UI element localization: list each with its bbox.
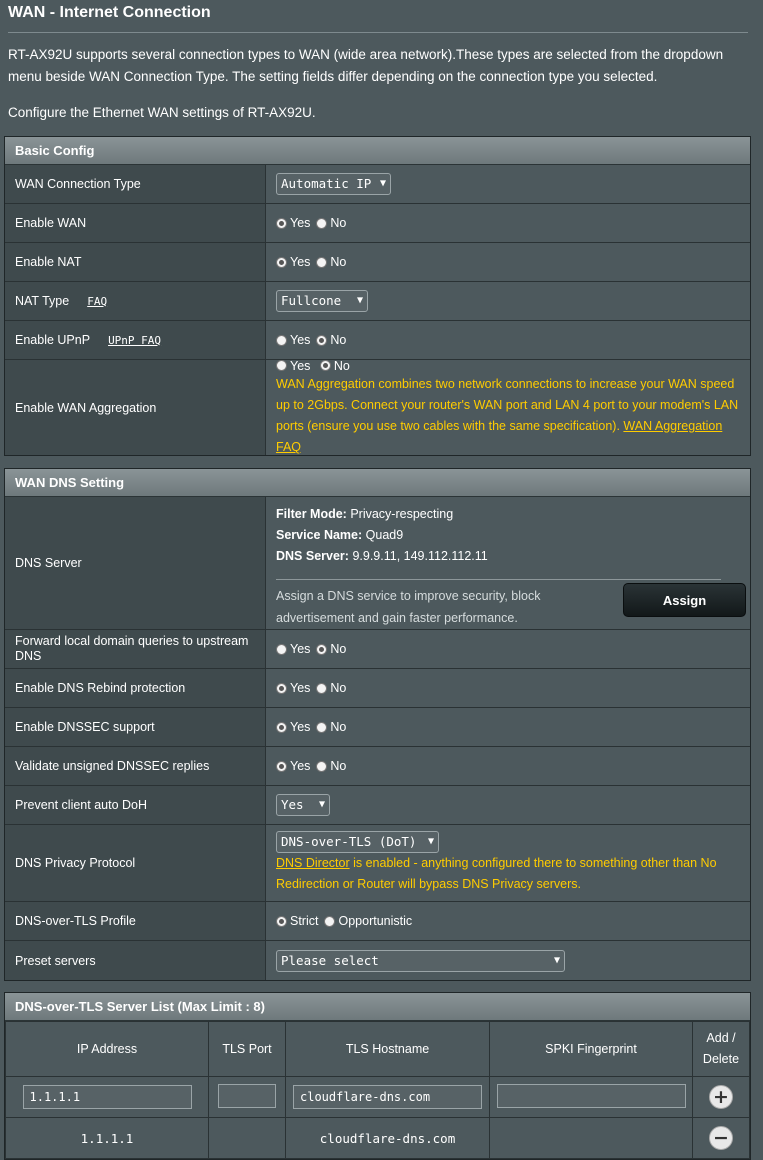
- dns-director-link[interactable]: DNS Director: [276, 856, 350, 870]
- forward-local-row: Forward local domain queries to upstream…: [5, 630, 750, 669]
- nat-type-select[interactable]: Fullcone ▼: [276, 290, 368, 312]
- enable-wan-yes-radio[interactable]: Yes: [276, 216, 310, 230]
- rebind-yes-radio[interactable]: Yes: [276, 681, 310, 695]
- upnp-faq-link[interactable]: UPnP FAQ: [108, 334, 161, 347]
- prevent-doh-select[interactable]: Yes ▼: [276, 794, 330, 816]
- nat-type-label: NAT Type: [15, 294, 70, 308]
- row-spki-fingerprint: [489, 1117, 693, 1159]
- col-spki-fingerprint: SPKI Fingerprint: [489, 1021, 693, 1077]
- dns-privacy-label: DNS Privacy Protocol: [5, 825, 266, 901]
- dot-server-list-header: DNS-over-TLS Server List (Max Limit : 8): [5, 993, 750, 1021]
- dnssec-row: Enable DNSSEC support Yes No: [5, 708, 750, 747]
- page-title: WAN - Internet Connection: [8, 4, 211, 21]
- enable-upnp-no-radio[interactable]: No: [316, 333, 346, 347]
- table-row-input: 1.1.1.1 cloudflare-dns.com +: [5, 1076, 750, 1118]
- enable-upnp-yes-radio[interactable]: Yes: [276, 333, 310, 347]
- delete-icon[interactable]: −: [709, 1126, 733, 1150]
- rebind-no-radio[interactable]: No: [316, 681, 346, 695]
- ip-address-input[interactable]: 1.1.1.1: [22, 1085, 192, 1109]
- chevron-down-icon: ▼: [553, 954, 560, 966]
- wan-connection-type-label: WAN Connection Type: [5, 165, 266, 203]
- chevron-down-icon: ▼: [356, 295, 363, 306]
- page-subdescription: Configure the Ethernet WAN settings of R…: [8, 105, 316, 120]
- page-description: RT-AX92U supports several connection typ…: [8, 47, 724, 84]
- add-icon[interactable]: +: [709, 1085, 733, 1109]
- chevron-down-icon: ▼: [318, 799, 325, 810]
- row-tls-hostname: cloudflare-dns.com: [285, 1117, 490, 1159]
- tls-hostname-input[interactable]: cloudflare-dns.com: [293, 1085, 482, 1109]
- dnssec-label: Enable DNSSEC support: [5, 708, 266, 746]
- enable-upnp-label: Enable UPnP: [15, 333, 91, 347]
- enable-upnp-row: Enable UPnP UPnP FAQ Yes No: [5, 321, 750, 360]
- dns-server-value: 9.9.9.11, 149.112.112.11: [352, 549, 488, 563]
- dot-server-table: IP Address TLS Port TLS Hostname SPKI Fi…: [5, 1021, 750, 1159]
- row-ip-address: 1.1.1.1: [5, 1117, 209, 1159]
- forward-no-radio[interactable]: No: [316, 642, 346, 656]
- enable-nat-row: Enable NAT Yes No: [5, 243, 750, 282]
- profile-opportunistic-radio[interactable]: Opportunistic: [324, 914, 412, 928]
- service-name-value: Quad9: [365, 528, 404, 542]
- preset-servers-row: Preset servers Please select ▼: [5, 941, 750, 980]
- dot-profile-row: DNS-over-TLS Profile Strict Opportunisti…: [5, 902, 750, 941]
- enable-wan-label: Enable WAN: [5, 204, 266, 242]
- preset-servers-select[interactable]: Please select ▼: [276, 949, 565, 972]
- wan-connection-type-select[interactable]: Automatic IP ▼: [276, 173, 391, 195]
- preset-servers-label: Preset servers: [5, 941, 266, 980]
- wan-connection-type-row: WAN Connection Type Automatic IP ▼: [5, 165, 750, 204]
- spki-fingerprint-input[interactable]: [496, 1083, 686, 1108]
- dot-profile-label: DNS-over-TLS Profile: [5, 902, 266, 940]
- chevron-down-icon: ▼: [427, 836, 434, 847]
- nat-faq-link[interactable]: FAQ: [87, 295, 107, 308]
- wan-aggregation-note: WAN Aggregation combines two network con…: [276, 377, 739, 455]
- table-row: 1.1.1.1 cloudflare-dns.com −: [5, 1117, 750, 1159]
- dns-director-note: DNS Director is enabled - anything confi…: [276, 856, 717, 891]
- forward-local-label: Forward local domain queries to upstream…: [5, 630, 266, 668]
- dns-privacy-row: DNS Privacy Protocol DNS-over-TLS (DoT) ▼…: [5, 825, 750, 902]
- enable-wan-no-radio[interactable]: No: [316, 216, 346, 230]
- assign-button[interactable]: Assign: [623, 583, 746, 617]
- forward-yes-radio[interactable]: Yes: [276, 642, 310, 656]
- dnssec-yes-radio[interactable]: Yes: [276, 720, 310, 734]
- validate-yes-radio[interactable]: Yes: [276, 759, 310, 773]
- wan-aggregation-no-radio[interactable]: No: [319, 359, 350, 373]
- enable-nat-yes-radio[interactable]: Yes: [276, 255, 310, 269]
- assign-note: Assign a DNS service to improve security…: [276, 589, 541, 625]
- wan-aggregation-yes-radio[interactable]: Yes: [276, 359, 310, 373]
- col-ip-address: IP Address: [5, 1021, 209, 1077]
- prevent-doh-label: Prevent client auto DoH: [5, 786, 266, 824]
- enable-nat-label: Enable NAT: [5, 243, 266, 281]
- wan-dns-header: WAN DNS Setting: [5, 469, 750, 497]
- col-tls-port: TLS Port: [208, 1021, 286, 1077]
- dns-server-row: DNS Server Filter Mode: Privacy-respecti…: [5, 497, 750, 630]
- dns-rebind-row: Enable DNS Rebind protection Yes No: [5, 669, 750, 708]
- row-tls-port: [208, 1117, 286, 1159]
- dns-rebind-label: Enable DNS Rebind protection: [5, 669, 266, 707]
- validate-dnssec-row: Validate unsigned DNSSEC replies Yes No: [5, 747, 750, 786]
- chevron-down-icon: ▼: [379, 178, 386, 189]
- dns-privacy-select[interactable]: DNS-over-TLS (DoT) ▼: [276, 831, 439, 853]
- enable-wan-row: Enable WAN Yes No: [5, 204, 750, 243]
- nat-type-row: NAT Type FAQ Fullcone ▼: [5, 282, 750, 321]
- enable-nat-no-radio[interactable]: No: [316, 255, 346, 269]
- wan-dns-section: WAN DNS Setting DNS Server Filter Mode: …: [4, 468, 751, 981]
- basic-config-header: Basic Config: [5, 137, 750, 165]
- col-tls-hostname: TLS Hostname: [285, 1021, 490, 1077]
- dnssec-no-radio[interactable]: No: [316, 720, 346, 734]
- filter-mode-value: Privacy-respecting: [350, 507, 454, 521]
- wan-aggregation-label: Enable WAN Aggregation: [5, 360, 266, 455]
- basic-config-section: Basic Config WAN Connection Type Automat…: [4, 136, 751, 456]
- dns-divider: [276, 579, 721, 580]
- dot-server-list-section: DNS-over-TLS Server List (Max Limit : 8)…: [4, 992, 751, 1160]
- prevent-doh-row: Prevent client auto DoH Yes ▼: [5, 786, 750, 825]
- profile-strict-radio[interactable]: Strict: [276, 914, 318, 928]
- dns-server-label: DNS Server: [5, 497, 266, 629]
- title-divider: [8, 32, 748, 33]
- wan-aggregation-row: Enable WAN Aggregation Yes No WAN Aggreg…: [5, 359, 750, 455]
- col-add-delete: Add / Delete: [692, 1021, 750, 1077]
- validate-no-radio[interactable]: No: [316, 759, 346, 773]
- tls-port-input[interactable]: [218, 1083, 276, 1108]
- validate-dnssec-label: Validate unsigned DNSSEC replies: [5, 747, 266, 785]
